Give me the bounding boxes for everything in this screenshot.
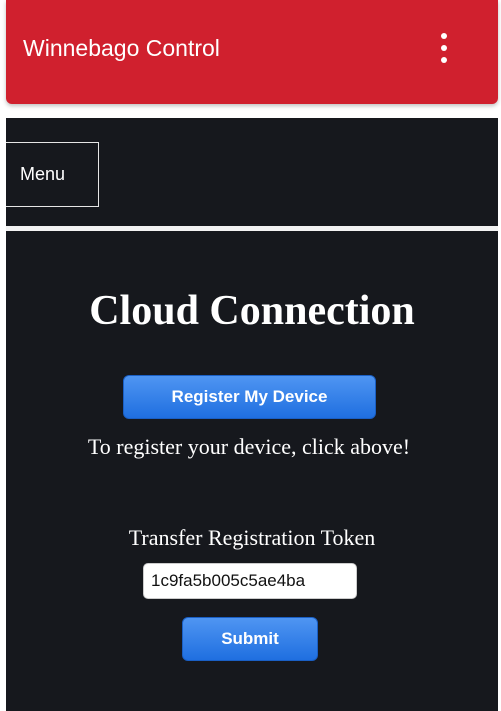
menu-dot [441, 57, 447, 63]
more-vert-icon[interactable] [438, 31, 450, 67]
token-label: Transfer Registration Token [128, 525, 376, 550]
token-input[interactable] [143, 563, 357, 599]
app-screen: Winnebago Control Menu Cloud Connection … [0, 0, 501, 711]
app-bar: Winnebago Control [6, 0, 498, 104]
menu-dot [441, 45, 447, 51]
menu-button[interactable]: Menu [6, 142, 99, 207]
menu-dot [441, 33, 447, 39]
main-content: Menu Cloud Connection Register My Device… [6, 118, 498, 711]
submit-button[interactable]: Submit [182, 617, 318, 661]
page-title: Cloud Connection [89, 288, 415, 334]
divider [6, 226, 498, 231]
app-title: Winnebago Control [23, 35, 220, 61]
register-hint: To register your device, click above! [87, 434, 411, 459]
register-device-button[interactable]: Register My Device [123, 375, 376, 419]
